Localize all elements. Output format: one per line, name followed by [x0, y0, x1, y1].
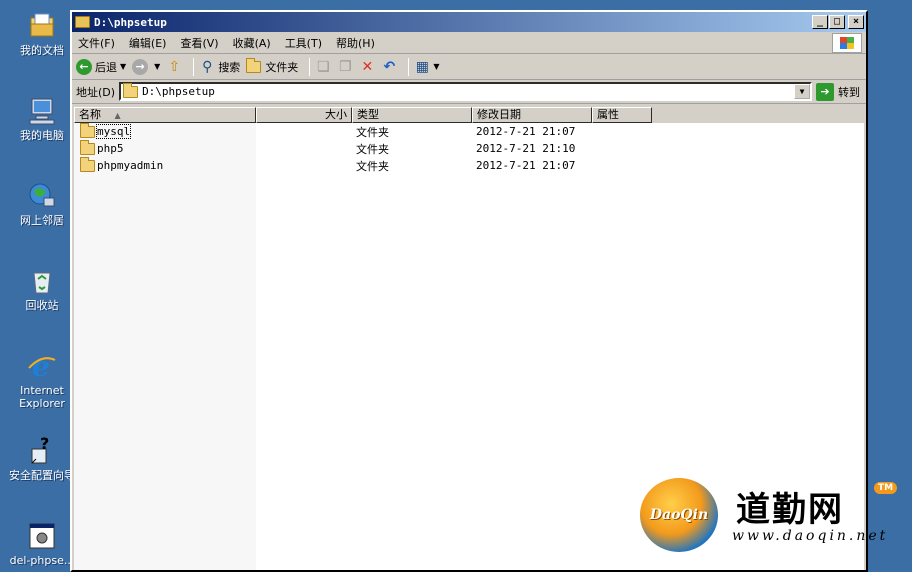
minimize-button[interactable]: _ [812, 15, 828, 29]
back-arrow-icon: ← [76, 58, 92, 75]
folders-button[interactable]: 文件夹 [246, 57, 299, 75]
watermark-url: www.daoqin.net [732, 528, 889, 544]
menu-bar: 文件(F) 编辑(E) 查看(V) 收藏(A) 工具(T) 帮助(H) [72, 32, 866, 54]
search-icon: ⚲ [202, 58, 213, 75]
close-button[interactable]: × [848, 15, 864, 29]
folder-icon [75, 16, 90, 28]
menu-favorites[interactable]: 收藏(A) [233, 35, 271, 51]
go-label: 转到 [838, 85, 860, 99]
internet-explorer-icon: e [26, 350, 58, 383]
folder-icon [80, 122, 95, 138]
menu-edit[interactable]: 编辑(E) [129, 35, 167, 51]
column-name-label: 名称 [79, 108, 101, 121]
network-places-icon [26, 180, 58, 212]
desktop-icons: 我的文档 我的电脑 网上邻居 回收站 e Internet Explorer ?… [0, 0, 75, 572]
file-modified: 2012-7-21 21:10 [476, 142, 576, 155]
go-button[interactable]: ➔ 转到 [816, 82, 860, 101]
column-header-size[interactable]: 大小 [256, 107, 352, 123]
file-name-cell: mysql [74, 122, 256, 139]
watermark-brand: 道勤网 [736, 490, 844, 530]
title-bar[interactable]: D:\phpsetup _ □ × [72, 12, 866, 32]
recycle-bin-icon [26, 265, 58, 297]
windows-logo-icon [832, 33, 862, 53]
back-label: 后退 [95, 60, 117, 74]
address-bar: 地址(D) D:\phpsetup ▼ ➔ 转到 [72, 80, 866, 104]
file-modified: 2012-7-21 21:07 [476, 125, 576, 138]
toolbar-separator [193, 57, 195, 76]
address-label: 地址(D) [76, 85, 116, 99]
rows: mysql 文件夹 2012-7-21 21:07 php5 文件夹 2012-… [74, 122, 864, 570]
list-item[interactable]: phpmyadmin 文件夹 2012-7-21 21:07 [74, 156, 864, 174]
folders-label: 文件夹 [265, 60, 299, 74]
batch-file-icon [26, 520, 58, 552]
go-arrow-icon: ➔ [816, 82, 834, 101]
list-item[interactable]: php5 文件夹 2012-7-21 21:10 [74, 139, 864, 157]
menu-view[interactable]: 查看(V) [180, 35, 218, 51]
column-header-name[interactable]: 名称 ▲ [74, 107, 256, 123]
address-input[interactable]: D:\phpsetup ▼ [119, 82, 812, 101]
file-name-cell: phpmyadmin [74, 156, 256, 172]
svg-text:?: ? [40, 435, 49, 453]
column-header-attributes[interactable]: 属性 [592, 107, 652, 123]
back-button[interactable]: ← 后退 ▼ [76, 58, 126, 75]
toolbar: ← 后退 ▼ → ▼ ⇧ ⚲ 搜索 文件夹 ❏ ❐ ✕ ↶ ▦ ▼ [72, 54, 866, 80]
file-type: 文件夹 [356, 125, 389, 139]
search-label: 搜索 [218, 60, 241, 74]
file-modified: 2012-7-21 21:07 [476, 159, 576, 172]
address-value: D:\phpsetup [142, 85, 215, 98]
folder-icon [80, 156, 95, 172]
menu-file[interactable]: 文件(F) [78, 35, 115, 51]
menu-help[interactable]: 帮助(H) [336, 35, 375, 51]
my-documents-icon [26, 10, 58, 42]
move-to-icon[interactable]: ❏ [315, 59, 331, 75]
folder-icon [80, 139, 95, 155]
sorted-column-shade [74, 123, 256, 570]
column-headers: 名称 ▲ 大小 类型 修改日期 属性 [74, 107, 864, 123]
copy-to-icon[interactable]: ❐ [337, 59, 353, 75]
search-button[interactable]: ⚲ 搜索 [199, 59, 240, 75]
menu-tools[interactable]: 工具(T) [285, 35, 322, 51]
watermark-logo: DaoQin 道勤网 TM www.daoqin.net [640, 478, 910, 558]
file-name: mysql [95, 124, 132, 139]
forward-dropdown-icon[interactable]: ▼ [154, 62, 160, 71]
daoqin-logo-icon: DaoQin [640, 478, 718, 552]
list-item[interactable]: mysql 文件夹 2012-7-21 21:07 [74, 122, 864, 140]
sort-ascending-icon: ▲ [114, 111, 121, 120]
security-wizard-icon: ? [26, 434, 58, 467]
forward-button[interactable]: → ▼ [132, 58, 160, 75]
maximize-button[interactable]: □ [829, 15, 845, 29]
toolbar-separator [408, 57, 410, 76]
file-name-cell: php5 [74, 139, 256, 155]
file-type: 文件夹 [356, 142, 389, 156]
column-header-type[interactable]: 类型 [352, 107, 472, 123]
views-button[interactable]: ▦ ▼ [414, 58, 440, 75]
toolbar-separator [309, 57, 311, 76]
views-icon: ▦ [415, 58, 429, 75]
forward-arrow-icon: → [132, 58, 149, 75]
address-dropdown-icon[interactable]: ▼ [794, 84, 810, 99]
folder-icon [123, 82, 139, 98]
views-dropdown-icon[interactable]: ▼ [433, 62, 439, 71]
svg-text:e: e [32, 350, 50, 382]
column-header-modified[interactable]: 修改日期 [472, 107, 592, 123]
trademark-badge: TM [874, 482, 898, 494]
delete-icon[interactable]: ✕ [359, 59, 375, 75]
folders-icon [246, 57, 262, 73]
file-name: phpmyadmin [97, 159, 164, 172]
file-type: 文件夹 [356, 159, 389, 173]
undo-icon[interactable]: ↶ [381, 59, 397, 75]
my-computer-icon [26, 95, 58, 127]
window-title: D:\phpsetup [94, 15, 167, 29]
file-name: php5 [97, 142, 124, 155]
back-dropdown-icon[interactable]: ▼ [120, 62, 126, 71]
up-folder-icon[interactable]: ⇧ [166, 59, 182, 75]
